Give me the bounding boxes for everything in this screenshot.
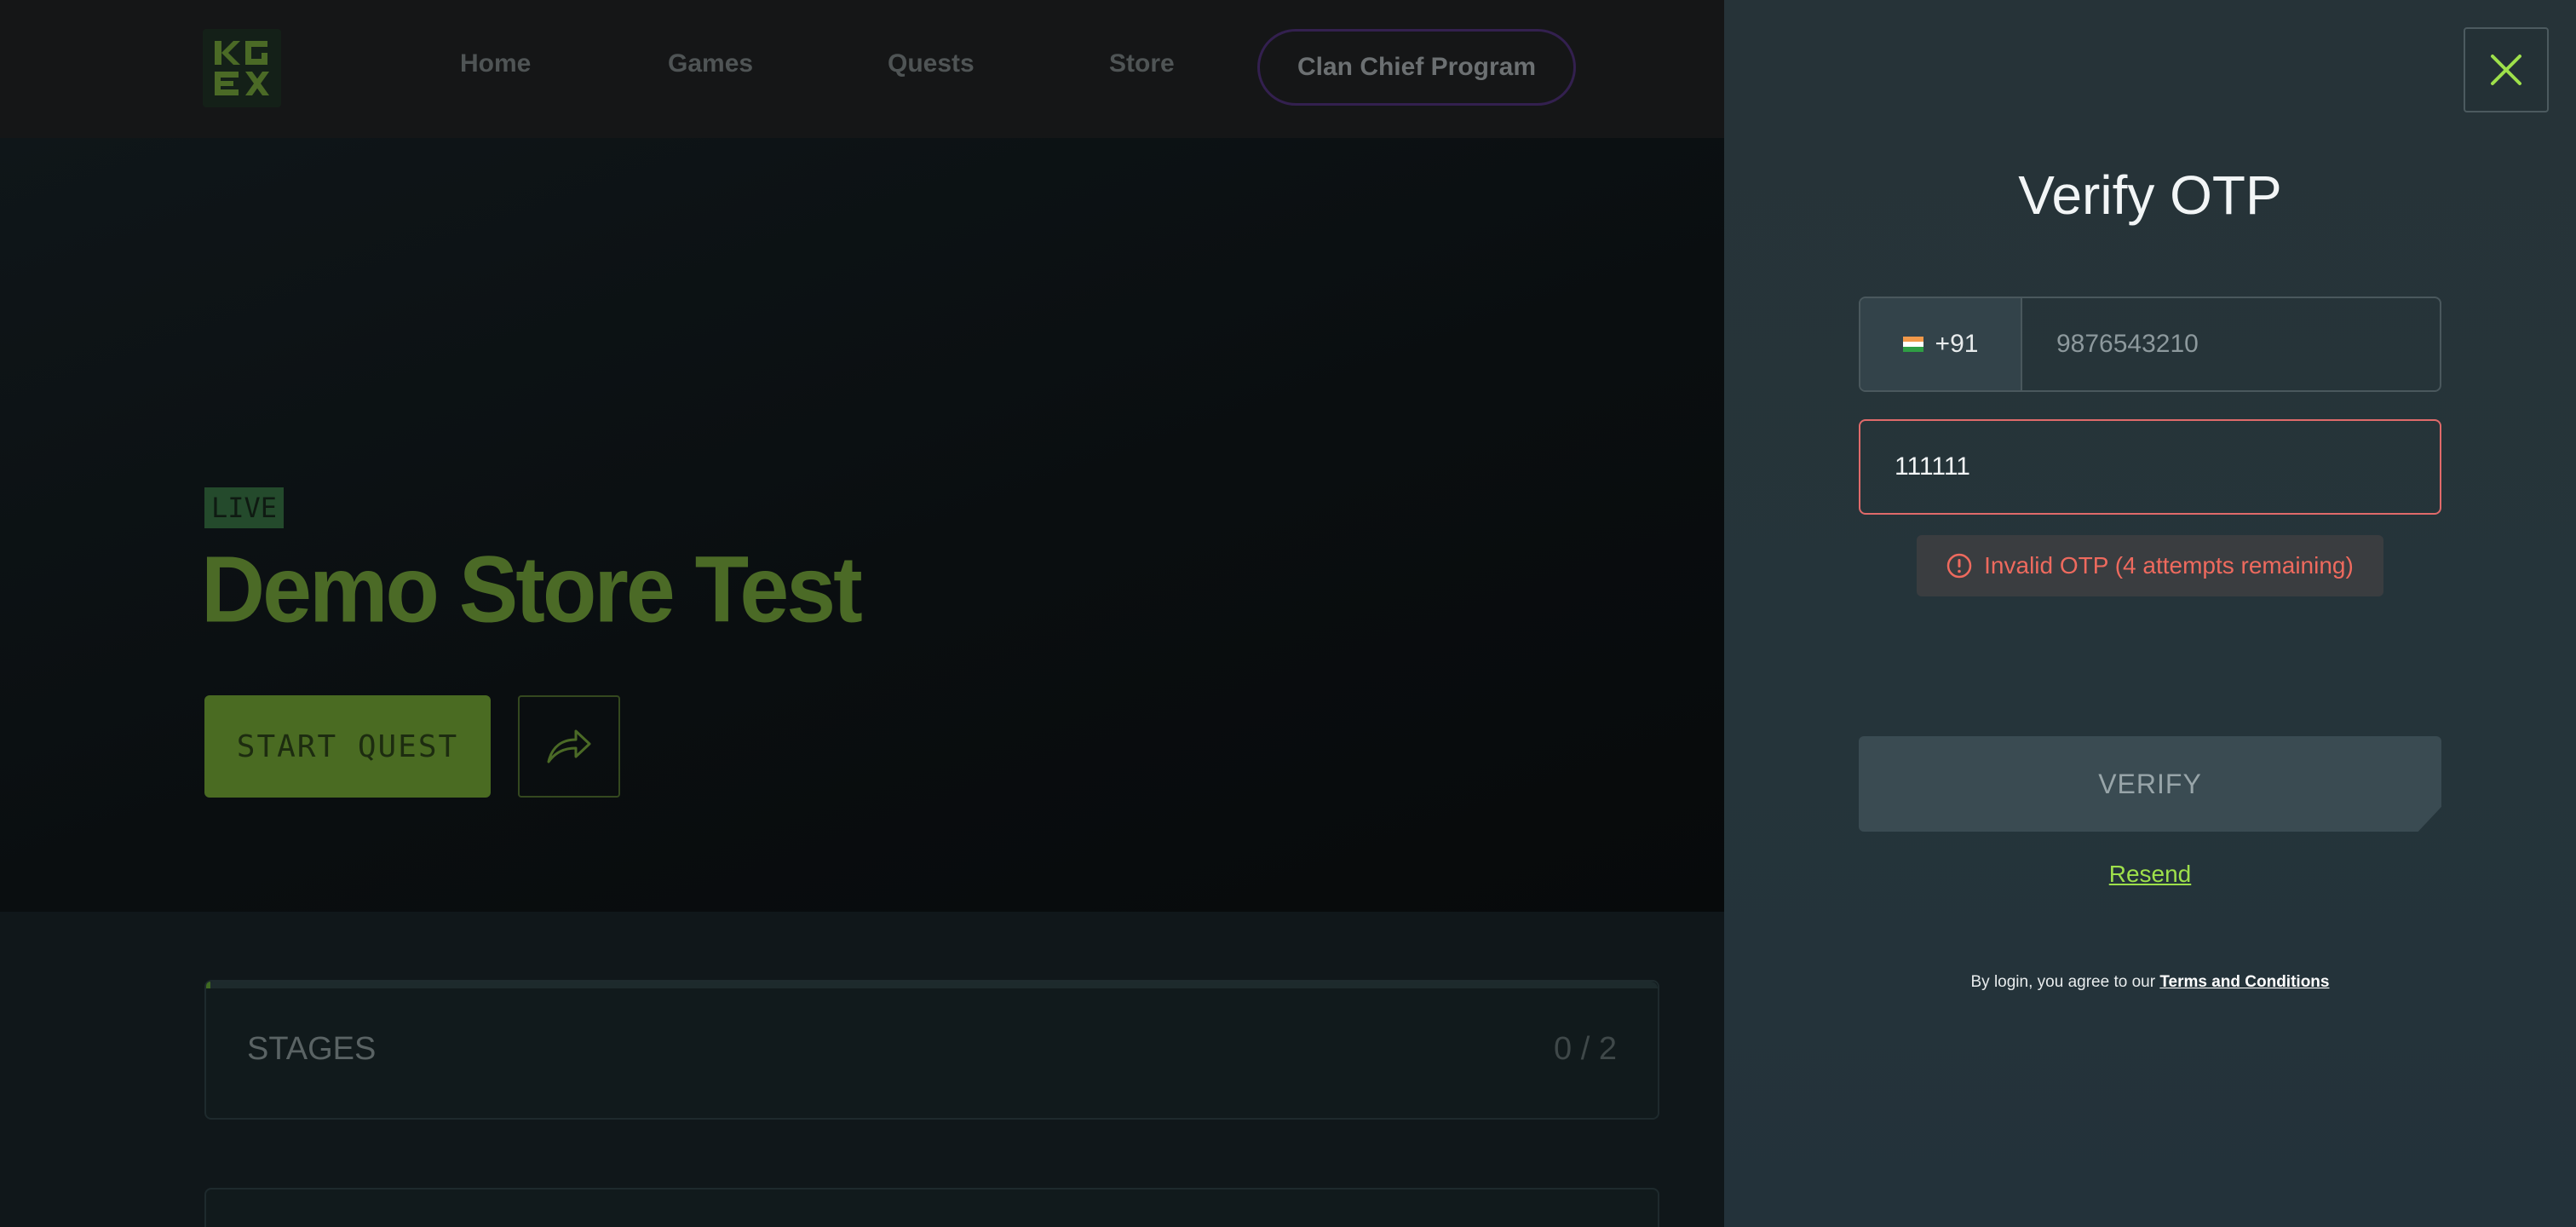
otp-error-message: Invalid OTP (4 attempts remaining) <box>1917 535 2383 596</box>
nav-home[interactable]: Home <box>460 49 531 87</box>
clan-chief-program-button[interactable]: Clan Chief Program <box>1257 29 1576 106</box>
terms-prefix: By login, you agree to our <box>1970 973 2156 991</box>
terms-and-conditions-link[interactable]: Terms and Conditions <box>2159 973 2329 991</box>
close-icon <box>2491 55 2521 85</box>
country-code-label: +91 <box>1935 330 1979 358</box>
india-flag-icon <box>1902 337 1923 352</box>
modal-title: Verify OTP <box>2018 164 2282 226</box>
stage-card[interactable] <box>204 1188 1659 1227</box>
start-quest-button[interactable]: START QUEST <box>204 695 491 798</box>
stages-progress-bar <box>206 982 1658 988</box>
brand-logo[interactable] <box>203 29 281 107</box>
error-text: Invalid OTP (4 attempts remaining) <box>1984 552 2354 579</box>
otp-input[interactable] <box>1859 419 2441 515</box>
resend-link[interactable]: Resend <box>1724 861 2576 888</box>
phone-field-group: +91 <box>1859 297 2441 392</box>
nav-store[interactable]: Store <box>1109 49 1175 87</box>
country-code-selector[interactable]: +91 <box>1860 298 2022 390</box>
live-status-badge: LIVE <box>204 487 285 528</box>
stages-card[interactable]: STAGES 0 / 2 <box>204 980 1659 1120</box>
share-button[interactable] <box>518 695 620 798</box>
error-alert-icon <box>1946 553 1972 579</box>
nav-games[interactable]: Games <box>668 49 753 87</box>
share-arrow-icon <box>547 729 591 763</box>
stages-label: STAGES <box>247 1031 377 1067</box>
quest-title: Demo Store Test <box>201 538 863 643</box>
close-button[interactable] <box>2464 27 2549 112</box>
nav-quests[interactable]: Quests <box>888 49 975 87</box>
phone-number-input[interactable] <box>2022 298 2440 390</box>
terms-notice: By login, you agree to our Terms and Con… <box>1724 973 2576 992</box>
verify-button[interactable]: VERIFY <box>1859 736 2441 832</box>
app-root: Home Games Quests Store Clan Chief Progr… <box>0 0 2576 1227</box>
stages-progress-fill <box>206 982 211 988</box>
stages-count: 0 / 2 <box>1554 1031 1617 1067</box>
top-navbar: Home Games Quests Store Clan Chief Progr… <box>0 0 1724 138</box>
kgen-logo-icon <box>215 41 269 95</box>
